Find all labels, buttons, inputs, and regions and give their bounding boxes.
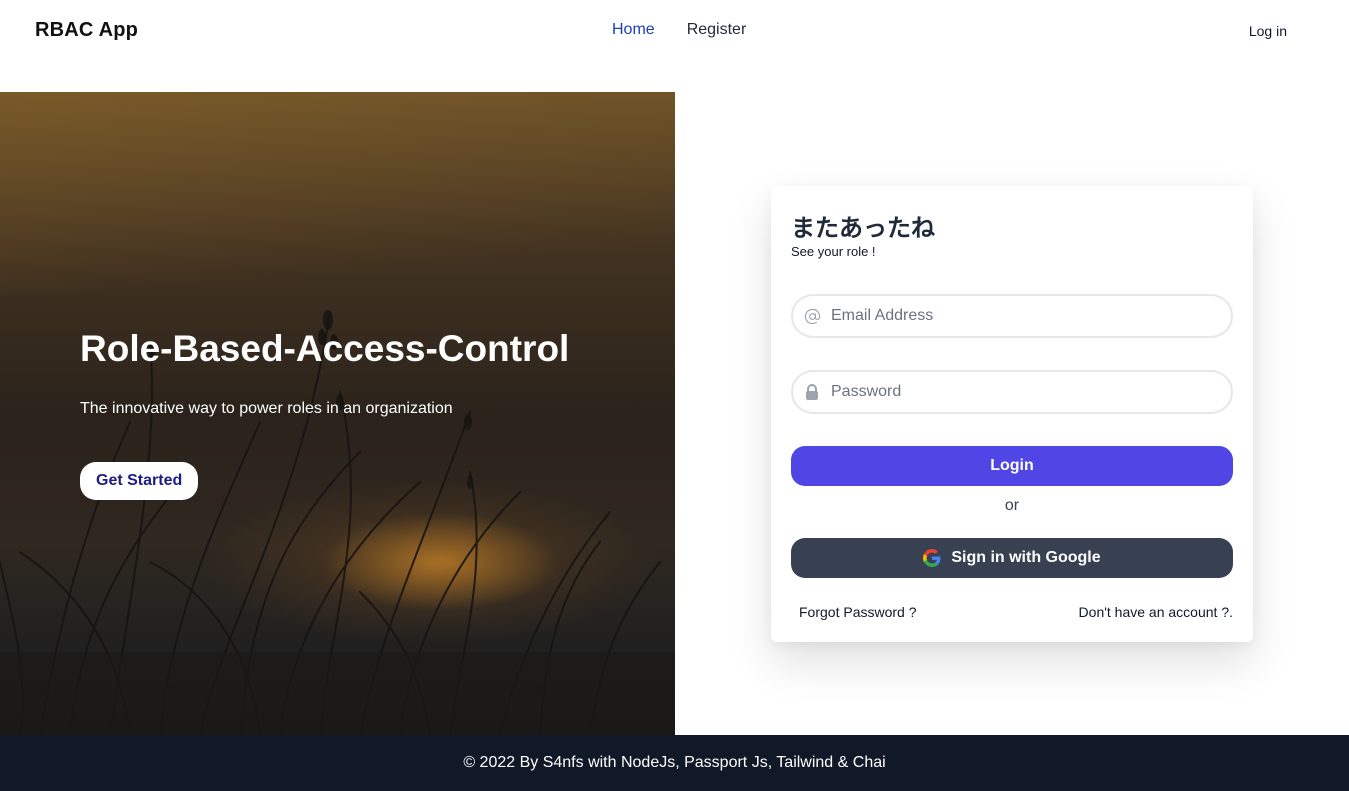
hero-title: Role-Based-Access-Control	[80, 328, 570, 369]
email-input[interactable]	[831, 307, 1221, 325]
login-card-title: またあったね	[791, 214, 935, 242]
lock-icon	[793, 383, 831, 401]
top-navbar: RBAC App Home Register Log in	[0, 0, 1349, 64]
password-field[interactable]	[791, 370, 1233, 414]
at-icon	[793, 308, 831, 325]
login-button[interactable]: Login	[791, 446, 1233, 486]
brand-logo-text[interactable]: RBAC App	[35, 19, 138, 42]
get-started-button[interactable]: Get Started	[80, 462, 199, 500]
footer: © 2022 By S4nfs with NodeJs, Passport Js…	[0, 735, 1349, 791]
google-signin-label: Sign in with Google	[951, 549, 1101, 566]
hero-content: Role-Based-Access-Control The innovative…	[80, 328, 569, 500]
main-nav: Home Register	[612, 21, 746, 39]
hero-section: Role-Based-Access-Control The innovative…	[0, 92, 675, 735]
footer-copyright: © 2022 By S4nfs with NodeJs, Passport Js…	[463, 754, 886, 771]
or-divider-text: or	[1004, 497, 1020, 514]
header-login-link[interactable]: Log in	[1249, 23, 1287, 39]
login-card: またあったね See your role ! Login or	[771, 186, 1253, 642]
nav-link-home[interactable]: Home	[612, 21, 655, 39]
password-input[interactable]	[831, 383, 1221, 401]
email-field[interactable]	[791, 294, 1233, 338]
login-card-subtitle: See your role !	[791, 244, 876, 259]
google-icon	[923, 549, 941, 567]
hero-subtitle: The innovative way to power roles in an …	[80, 400, 453, 417]
forgot-password-link[interactable]: Forgot Password ?	[799, 604, 917, 620]
nav-link-register[interactable]: Register	[687, 21, 747, 39]
google-signin-button[interactable]: Sign in with Google	[791, 538, 1233, 578]
register-account-link[interactable]: Don't have an account ?.	[1079, 604, 1233, 620]
